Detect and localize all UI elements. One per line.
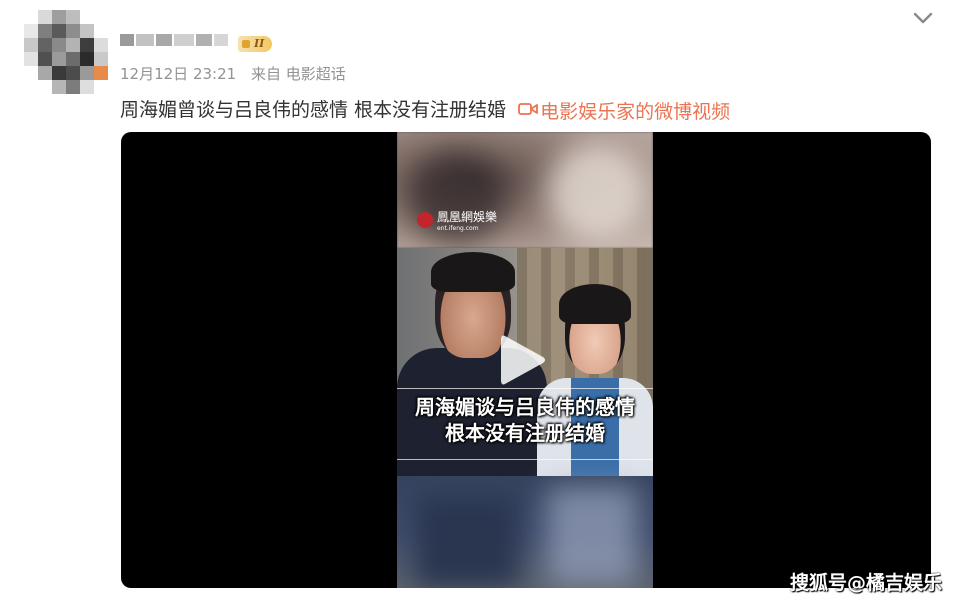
caption-line-1: 周海媚谈与吕良伟的感情 xyxy=(415,395,635,419)
watermark-domain: ent.ifeng.com xyxy=(437,225,479,232)
video-link[interactable]: 电影娱乐家的微博视频 xyxy=(512,97,730,124)
video-player[interactable]: 鳳凰網娛樂 ent.ifeng.com 周海媚谈与吕良伟的感情 根本没有注册结婚 xyxy=(121,132,931,588)
post-timestamp[interactable]: 12月12日 23:21 xyxy=(120,65,236,83)
chevron-down-icon[interactable] xyxy=(912,8,934,28)
source-prefix: 来自 xyxy=(250,65,281,83)
sohu-watermark: 搜狐号@橘吉娱乐 xyxy=(790,572,943,594)
post-meta: 12月12日 23:21 来自 电影超话 xyxy=(120,63,346,84)
post-body-text: 周海媚曾谈与吕良伟的感情 根本没有注册结婚 xyxy=(120,99,513,121)
blurred-bottom-area xyxy=(397,476,653,588)
source-link[interactable]: 电影超话 xyxy=(286,65,346,83)
video-camera-icon xyxy=(518,99,538,121)
post-content: 周海媚曾谈与吕良伟的感情 根本没有注册结婚 电影娱乐家的微博视频 xyxy=(120,95,730,124)
video-caption: 周海媚谈与吕良伟的感情 根本没有注册结婚 xyxy=(397,394,653,446)
ifeng-logo-icon xyxy=(417,211,433,228)
username-obscured[interactable] xyxy=(120,30,230,50)
avatar[interactable] xyxy=(24,10,108,94)
caption-line-2: 根本没有注册结婚 xyxy=(445,421,605,445)
member-level-badge[interactable]: II xyxy=(238,36,273,52)
ifeng-watermark: 鳳凰網娛樂 ent.ifeng.com xyxy=(417,206,497,233)
weibo-post: II 12月12日 23:21 来自 电影超话 周海媚曾谈与吕良伟的感情 根本没… xyxy=(0,0,966,604)
video-frame: 鳳凰網娛樂 ent.ifeng.com 周海媚谈与吕良伟的感情 根本没有注册结婚 xyxy=(397,132,653,588)
video-link-label: 电影娱乐家的微博视频 xyxy=(540,100,731,123)
play-icon[interactable] xyxy=(497,332,547,388)
watermark-name: 鳳凰網娛樂 xyxy=(437,210,498,224)
